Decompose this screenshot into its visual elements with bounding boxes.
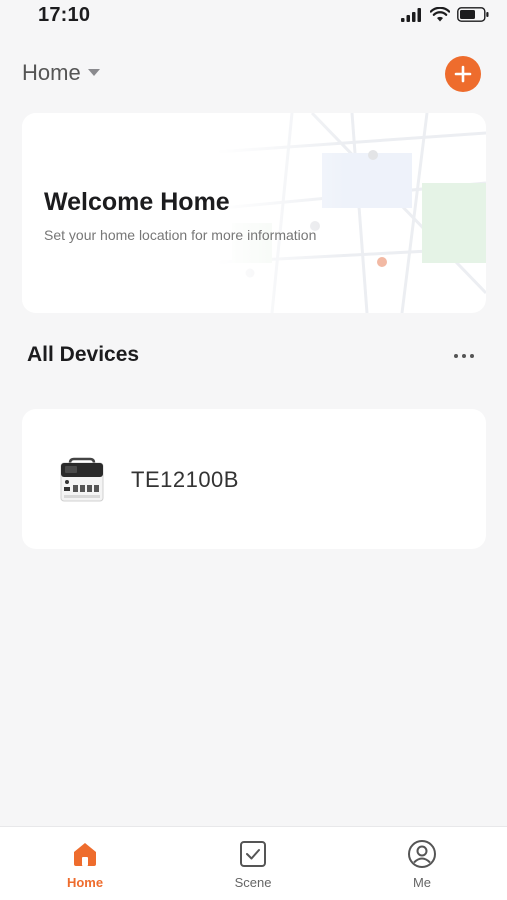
home-selector[interactable]: Home (22, 60, 101, 86)
tab-me-label: Me (412, 875, 432, 890)
more-dot (462, 354, 466, 358)
all-devices-title: All Devices (27, 343, 140, 366)
signal-icon (401, 7, 421, 22)
more-dot (470, 354, 474, 358)
tab-home[interactable]: Home (30, 839, 140, 890)
tab-scene-label: Scene (234, 875, 272, 890)
device-name: TE12100B (131, 467, 239, 492)
device-card[interactable]: TE12100B (22, 409, 486, 549)
tab-me[interactable]: Me (367, 839, 477, 890)
tab-home-label: Home (66, 875, 104, 890)
more-dot (454, 354, 458, 358)
welcome-card[interactable]: Welcome Home Set your home location for … (22, 113, 486, 313)
home-screen: 17:10 Home Welcome Home Set your home lo… (0, 0, 507, 900)
plus-icon (454, 65, 472, 83)
tab-scene[interactable]: Scene (198, 839, 308, 890)
status-icons (401, 7, 489, 22)
status-time: 17:10 (38, 4, 91, 26)
checkbox-icon (240, 841, 266, 867)
home-icon (74, 843, 96, 866)
home-title: Home (22, 60, 81, 85)
welcome-subtitle: Set your home location for more informat… (44, 227, 317, 243)
tab-bar: Home Scene Me (0, 826, 507, 900)
more-options-button[interactable] (448, 348, 480, 364)
status-bar: 17:10 (0, 0, 507, 32)
battery-icon (457, 7, 489, 22)
wifi-icon (430, 7, 450, 22)
user-icon (408, 840, 436, 868)
add-button[interactable] (445, 56, 481, 92)
welcome-title: Welcome Home (44, 188, 230, 216)
power-station-icon (60, 457, 104, 502)
caret-down-icon (87, 69, 100, 76)
